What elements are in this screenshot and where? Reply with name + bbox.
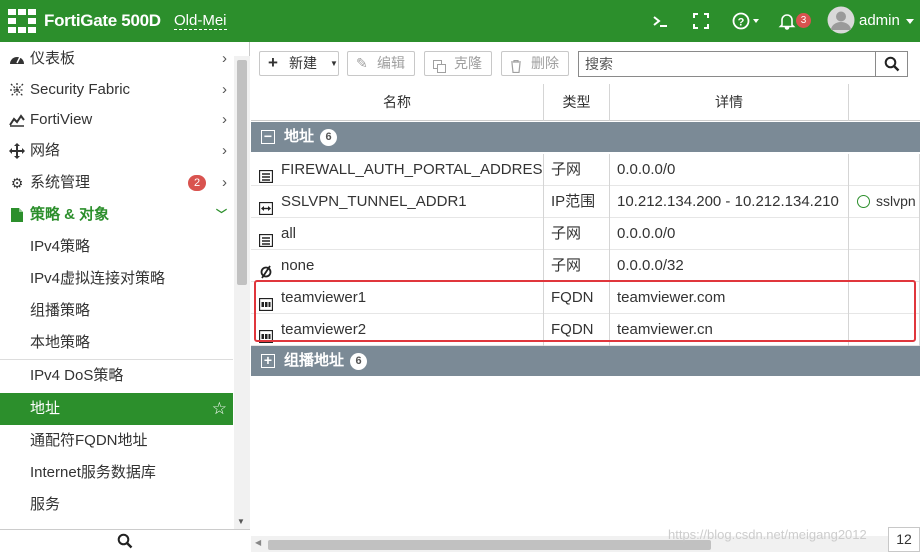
horizontal-scrollbar-thumb[interactable] [268, 540, 711, 550]
column-header-extra[interactable] [849, 84, 920, 121]
sidebar-scrollbar-thumb[interactable] [237, 60, 247, 285]
sidebar-subitem-internet-service-db[interactable]: Internet服务数据库 [0, 457, 233, 489]
toolbar: + 新建 ▼ ✎ 编辑 克隆 删除 搜索 [251, 42, 920, 84]
ip-range-icon [258, 195, 274, 216]
sidebar-subitem-ipv4-vip-policy[interactable]: IPv4虚拟连接对策略 [0, 263, 233, 295]
scroll-left-arrow-icon[interactable]: ◀ [255, 538, 261, 547]
sidebar-subitem-local-policy[interactable]: 本地策略 [0, 327, 233, 359]
pencil-icon: ✎ [356, 55, 368, 71]
sslvpn-ref-icon [857, 194, 870, 208]
edit-button[interactable]: ✎ 编辑 [347, 51, 415, 76]
group-header-addresses[interactable]: − 地址 6 [251, 122, 920, 152]
record-count: 12 [888, 527, 920, 552]
notification-count-badge: 3 [796, 13, 811, 28]
highlight-box [254, 280, 916, 342]
watermark: https://blog.csdn.net/meigang2012 [668, 527, 867, 542]
sidebar-subitem-wildcard-fqdn[interactable]: 通配符FQDN地址 [0, 425, 233, 457]
search-icon [117, 533, 133, 549]
search-submit-button[interactable] [875, 51, 908, 77]
sidebar-item-fortiview[interactable]: FortiView › [0, 104, 233, 136]
favorite-star-icon[interactable]: ☆ [212, 393, 227, 425]
notifications-bell-icon[interactable]: 3 [776, 10, 812, 32]
fullscreen-icon[interactable] [690, 10, 712, 32]
gear-icon: ⚙ [10, 175, 24, 191]
system-alert-badge: 2 [188, 175, 206, 191]
table-row[interactable]: FIREWALL_AUTH_PORTAL_ADDRESS 子网 0.0.0.0/… [251, 154, 920, 186]
none-address-icon [259, 259, 273, 279]
chevron-down-icon: ﹀ [216, 209, 227, 221]
column-header-details[interactable]: 详情 [610, 84, 849, 121]
chevron-right-icon: › [222, 111, 227, 128]
user-avatar-icon[interactable] [826, 6, 856, 36]
plus-icon: + [268, 53, 278, 72]
hostname-link[interactable]: Old-Mei [174, 12, 227, 30]
chevron-down-icon[interactable] [904, 10, 916, 32]
search-input[interactable]: 搜索 [578, 51, 876, 77]
sidebar-subitem-services[interactable]: 服务 [0, 489, 233, 521]
sidebar-subitem-addresses[interactable]: 地址 ☆ [0, 393, 233, 425]
collapse-icon[interactable]: − [261, 129, 275, 144]
fortinet-logo-icon [8, 9, 36, 33]
clone-button[interactable]: 克隆 [424, 51, 492, 76]
table-row[interactable]: none 子网 0.0.0.0/32 [251, 250, 920, 282]
svg-text:?: ? [738, 17, 745, 29]
chevron-right-icon: › [222, 142, 227, 159]
sidebar-item-dashboard[interactable]: 仪表板 › [0, 43, 233, 75]
table-row[interactable]: SSLVPN_TUNNEL_ADDR1 IP范围 10.212.134.200 … [251, 186, 920, 218]
subnet-address-icon [258, 227, 274, 248]
sidebar-subitem-ipv4-dos-policy[interactable]: IPv4 DoS策略 [0, 360, 233, 392]
subnet-address-icon [258, 163, 274, 184]
delete-button[interactable]: 删除 [501, 51, 569, 76]
table-row[interactable]: all 子网 0.0.0.0/0 [251, 218, 920, 250]
chevron-right-icon: › [222, 50, 227, 67]
sidebar-item-system[interactable]: ⚙ 系统管理 2 › [0, 167, 233, 199]
column-header-type[interactable]: 类型 [544, 84, 610, 121]
policy-icon [8, 199, 26, 234]
sidebar-item-network[interactable]: 网络 › [0, 135, 233, 167]
sidebar-subitem-ipv4-policy[interactable]: IPv4策略 [0, 231, 233, 263]
scroll-down-arrow-icon[interactable]: ▼ [237, 517, 245, 526]
chevron-down-icon: ▼ [330, 59, 338, 68]
sidebar: 仪表板 › Security Fabric › FortiView › 网络 ›… [0, 42, 250, 552]
sidebar-search-button[interactable] [0, 529, 250, 552]
sidebar-item-security-fabric[interactable]: Security Fabric › [0, 74, 233, 106]
top-bar: FortiGate 500D Old-Mei ? 3 admin [0, 0, 920, 42]
group-count-badge: 6 [320, 129, 337, 146]
chevron-right-icon: › [222, 81, 227, 98]
product-name: FortiGate 500D [44, 11, 161, 30]
help-menu-icon[interactable]: ? [730, 10, 764, 32]
chevron-right-icon: › [222, 174, 227, 191]
user-menu-name[interactable]: admin [859, 10, 905, 32]
group-count-badge: 6 [350, 353, 367, 370]
network-icon [8, 135, 26, 170]
expand-icon[interactable]: + [261, 353, 275, 368]
new-button[interactable]: + 新建 ▼ [259, 51, 339, 76]
column-header-name[interactable]: 名称 [251, 84, 544, 121]
fortiview-chart-icon [8, 104, 26, 138]
sidebar-item-policy-objects[interactable]: 策略 & 对象 ﹀ [0, 199, 233, 231]
sidebar-subitem-multicast-policy[interactable]: 组播策略 [0, 295, 233, 327]
search-icon [884, 56, 899, 72]
trash-icon [510, 57, 522, 80]
group-header-multicast-addresses[interactable]: + 组播地址 6 [251, 346, 920, 376]
cli-console-icon[interactable] [650, 10, 670, 32]
dashboard-icon [8, 43, 26, 77]
clone-icon [433, 57, 446, 80]
